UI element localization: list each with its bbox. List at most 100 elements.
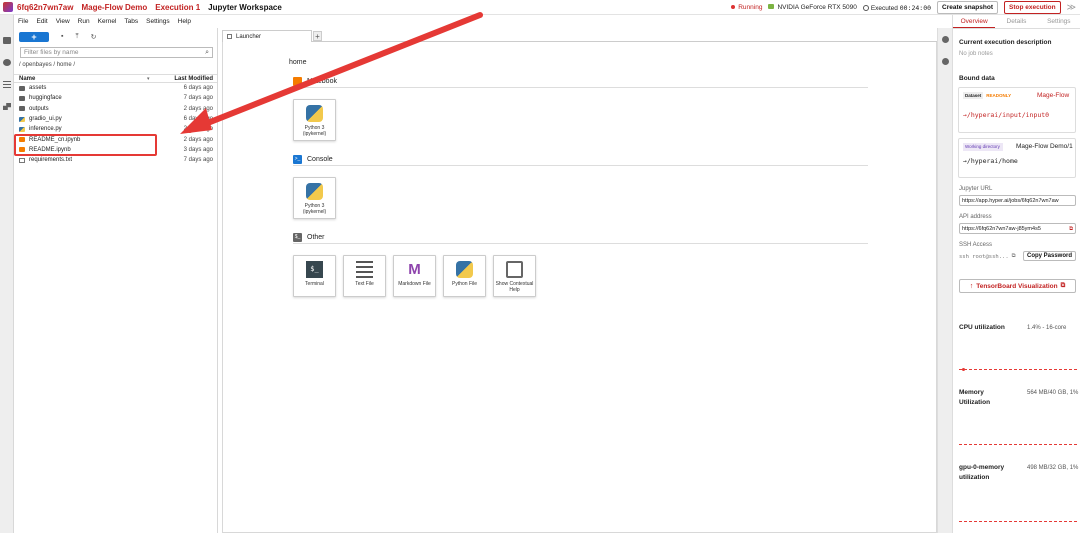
new-folder-icon[interactable]: ▪: [61, 33, 63, 40]
menu-kernel[interactable]: Kernel: [98, 18, 117, 25]
ssh-label: SSH Access: [959, 242, 993, 248]
api-address-field[interactable]: https://6fq62n7wn7aw-j85ym4s5 ⧉: [959, 223, 1076, 234]
property-inspector-icon[interactable]: [942, 36, 949, 43]
file-row[interactable]: requirements.txt 7 days ago: [14, 155, 217, 165]
add-tab-button[interactable]: +: [313, 31, 322, 41]
menu-help[interactable]: Help: [178, 18, 191, 25]
header-status: Running NVIDIA GeForce RTX 5090 Executed…: [731, 0, 1080, 15]
project-name[interactable]: Mage-Flow Demo: [81, 3, 147, 12]
memory-value: 564 MB/40 GB, 1%: [1027, 390, 1079, 396]
memory-label: Memory Utilization: [959, 389, 991, 406]
menu-run[interactable]: Run: [78, 18, 90, 25]
markdown-file-card[interactable]: M Markdown File: [393, 255, 436, 297]
menu-view[interactable]: View: [56, 18, 70, 25]
stop-execution-button[interactable]: Stop execution: [1003, 1, 1061, 14]
cpu-sparkline: [959, 369, 1077, 370]
launcher-panel: home Notebook Python 3 (ipykernel) >_ Co…: [222, 42, 937, 533]
job-id[interactable]: 6fq62n7wn7aw: [17, 3, 73, 12]
breadcrumb[interactable]: / openbayes / home /: [14, 58, 217, 71]
bound-data-title: Bound data: [959, 75, 995, 82]
upload-icon[interactable]: ⤒: [75, 33, 78, 41]
contextual-help-card[interactable]: Show Contextual Help: [493, 255, 536, 297]
notebook-icon: [293, 77, 302, 86]
menu-edit[interactable]: Edit: [36, 18, 47, 25]
menu-bar: File Edit View Run Kernel Tabs Settings …: [14, 15, 191, 28]
top-header: 6fq62n7wn7aw Mage-Flow Demo Execution 1 …: [0, 0, 1080, 15]
file-browser: + ▪ ⤒ ↻ Filter files by name ⌕ / openbay…: [14, 28, 218, 533]
tab-launcher[interactable]: Launcher: [222, 30, 312, 42]
tab-details[interactable]: Details: [995, 15, 1037, 28]
command-palette-icon[interactable]: [3, 81, 11, 88]
dataset-tag: Dataset: [963, 92, 984, 99]
jupyter-url-field[interactable]: https://app.hyper.ai/jobs/6fq62n7wn7aw: [959, 195, 1076, 206]
file-row[interactable]: huggingface 7 days ago: [14, 93, 217, 103]
extension-icon[interactable]: [3, 103, 11, 110]
ssh-command[interactable]: ssh root@ssh...: [959, 254, 1009, 260]
python-icon: [306, 105, 323, 122]
col-name[interactable]: Name: [19, 76, 35, 82]
execution-name[interactable]: Execution 1: [155, 3, 200, 12]
notebook-section: Notebook: [293, 76, 868, 88]
workdir-tag: Working directory: [963, 143, 1003, 151]
tensorboard-icon: ↑: [969, 282, 974, 290]
menu-file[interactable]: File: [18, 18, 28, 25]
workdir-name[interactable]: Mage-Flow Demo/1: [1016, 143, 1076, 151]
python-file-icon: [19, 116, 25, 122]
terminal-icon: $_: [306, 261, 323, 278]
copy-password-button[interactable]: Copy Password: [1022, 251, 1076, 261]
help-icon: [506, 261, 523, 278]
notebook-python3-card[interactable]: Python 3 (ipykernel): [293, 99, 336, 141]
file-row[interactable]: outputs 2 days ago: [14, 104, 217, 114]
folder-icon[interactable]: [3, 37, 11, 44]
cpu-sparkline-point: [962, 368, 965, 371]
gpu-memory-sparkline: [959, 521, 1077, 522]
menu-tabs[interactable]: Tabs: [124, 18, 138, 25]
tensorboard-button[interactable]: ↑ TensorBoard Visualization ⧉: [959, 279, 1076, 293]
activity-bar: [0, 15, 14, 533]
file-row[interactable]: inference.py 2 days ago: [14, 124, 217, 134]
running-kernels-icon[interactable]: [3, 59, 11, 66]
folder-icon: [19, 95, 25, 101]
python-file-card[interactable]: Python File: [443, 255, 486, 297]
status-dot-icon: [731, 5, 736, 9]
exec-desc-title: Current execution description: [959, 39, 1052, 46]
clock-icon: [862, 4, 869, 11]
text-file-icon: [19, 157, 25, 163]
refresh-icon[interactable]: ↻: [91, 33, 97, 41]
text-file-card[interactable]: Text File: [343, 255, 386, 297]
python-icon: [306, 183, 323, 200]
highlight-annotation: [14, 134, 157, 156]
copy-icon[interactable]: ⧉: [1012, 253, 1016, 260]
tab-settings[interactable]: Settings: [1038, 15, 1080, 28]
dock-tab-bar: Launcher +: [222, 30, 937, 42]
workdir-binding[interactable]: Working directory Mage-Flow Demo/1 →/hyp…: [958, 138, 1076, 178]
file-filter-input[interactable]: Filter files by name ⌕: [20, 47, 213, 58]
sort-chevron-icon[interactable]: ▾: [147, 76, 150, 82]
markdown-icon: M: [408, 261, 421, 278]
gpu-info: NVIDIA GeForce RTX 5090: [768, 4, 857, 11]
tab-overview[interactable]: Overview: [953, 15, 996, 28]
new-launcher-button[interactable]: +: [19, 31, 49, 42]
terminal-card[interactable]: $_ Terminal: [293, 255, 336, 297]
file-row[interactable]: assets 6 days ago: [14, 83, 217, 93]
gpu-memory-value: 498 MB/32 GB, 1%: [1027, 465, 1079, 471]
open-link-icon[interactable]: ⧉: [1069, 224, 1073, 233]
create-snapshot-button[interactable]: Create snapshot: [937, 1, 998, 14]
file-list-header: Name ▾ Last Modified: [14, 74, 217, 83]
debugger-icon[interactable]: [942, 58, 949, 65]
cpu-value: 1.4% - 16-core: [1027, 325, 1067, 331]
dataset-name[interactable]: Mage-Flow: [1037, 92, 1077, 100]
python-icon: [456, 261, 473, 278]
dataset-binding[interactable]: Dataset READONLY Mage-Flow →/hyperai/inpu…: [958, 87, 1076, 133]
terminal-icon: $_: [293, 233, 302, 242]
menu-settings[interactable]: Settings: [146, 18, 170, 25]
panel-tabs: Overview Details Settings: [953, 15, 1080, 29]
file-row[interactable]: gradio_ui.py 6 days ago: [14, 114, 217, 124]
dataset-path: →/hyperai/input/input0: [963, 111, 1050, 119]
cpu-label: CPU utilization: [959, 324, 1005, 331]
col-modified[interactable]: Last Modified: [174, 76, 213, 82]
collapse-panel-icon[interactable]: ≫: [1067, 2, 1076, 13]
console-python3-card[interactable]: Python 3 (ipykernel): [293, 177, 336, 219]
status-indicator: Running: [731, 4, 762, 11]
executed-time: Executed 00:24:00: [862, 4, 931, 12]
